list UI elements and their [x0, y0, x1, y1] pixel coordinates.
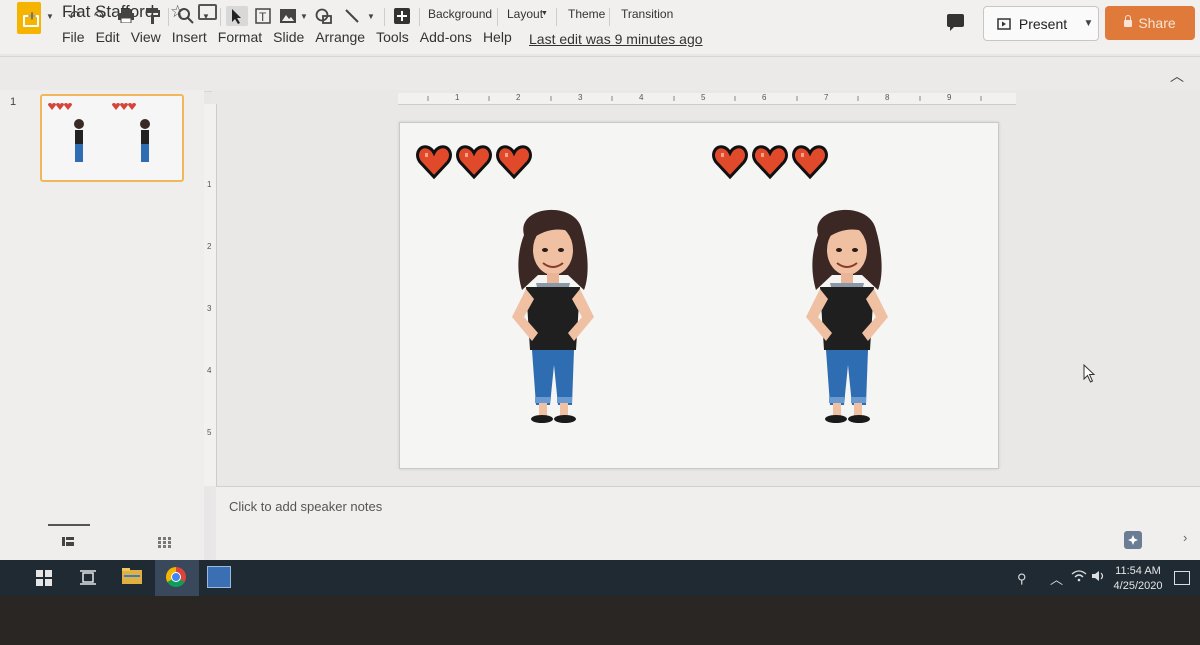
grid-view-icon[interactable]: [158, 537, 171, 548]
theme-button[interactable]: Theme: [568, 7, 605, 21]
task-view-icon[interactable]: [80, 570, 96, 585]
line-chevron-down-icon[interactable]: ▼: [365, 6, 377, 26]
ruler-number: 6: [762, 93, 767, 102]
speaker-notes-panel[interactable]: [216, 486, 1200, 561]
volume-icon[interactable]: [1091, 570, 1105, 585]
toolbar-divider: [168, 8, 169, 26]
menu-view[interactable]: View: [131, 29, 161, 45]
present-dropdown-chevron-icon[interactable]: ▼: [1079, 6, 1099, 41]
ruler-number: 3: [207, 304, 212, 313]
heart-group-left[interactable]: [416, 145, 532, 179]
ruler-number: 7: [824, 93, 829, 102]
toolbar-divider: [220, 8, 221, 26]
undo-icon[interactable]: ↶: [64, 6, 84, 26]
toolbar: [0, 56, 1200, 92]
view-tab-indicator: [48, 524, 90, 526]
menu-help[interactable]: Help: [483, 29, 512, 45]
side-panel-chevron-right-icon[interactable]: ›: [1183, 530, 1187, 545]
notification-center-icon[interactable]: [1174, 571, 1190, 585]
comments-icon[interactable]: [947, 14, 964, 31]
redo-icon[interactable]: ↷: [90, 6, 110, 26]
zoom-chevron-down-icon[interactable]: ▼: [200, 6, 212, 26]
share-button[interactable]: Share: [1105, 6, 1195, 40]
vertical-ruler[interactable]: 1 2 3 4 5: [204, 104, 217, 486]
menu-insert[interactable]: Insert: [172, 29, 207, 45]
ruler-number: 1: [207, 180, 212, 189]
image-icon[interactable]: [278, 6, 298, 26]
windows-start-icon[interactable]: [36, 570, 52, 586]
present-button[interactable]: Present: [983, 6, 1081, 41]
speaker-notes-placeholder[interactable]: Click to add speaker notes: [229, 499, 382, 514]
file-explorer-icon[interactable]: [122, 568, 142, 584]
insert-plus-icon[interactable]: [392, 6, 412, 26]
explore-icon[interactable]: [1124, 531, 1142, 549]
heart-group-right[interactable]: [712, 145, 828, 179]
toolbar-divider: [384, 8, 385, 26]
zoom-icon[interactable]: [176, 6, 196, 26]
ruler-number: 2: [516, 93, 521, 102]
image-chevron-down-icon[interactable]: ▼: [299, 6, 309, 26]
toolbar-divider: [419, 8, 420, 26]
clock-time[interactable]: 11:54 AM: [1113, 565, 1163, 577]
ruler-number: 9: [947, 93, 952, 102]
slide-thumbnail[interactable]: [40, 94, 184, 182]
present-label: Present: [1018, 15, 1068, 32]
lock-icon: [1124, 14, 1133, 27]
people-icon[interactable]: ⚲: [1017, 571, 1027, 587]
slide-number: 1: [10, 96, 17, 108]
bitmoji-figure-left[interactable]: [511, 208, 595, 424]
paint-format-icon[interactable]: [143, 6, 163, 26]
toolbar-divider: [609, 8, 610, 26]
ruler-number: 2: [207, 242, 212, 251]
shape-icon[interactable]: [313, 6, 335, 26]
svg-text:T: T: [259, 10, 267, 24]
wifi-icon[interactable]: [1071, 570, 1087, 585]
menu-bar: File Edit View Insert Format Slide Arran…: [62, 29, 523, 45]
present-icon: [997, 17, 1011, 30]
collapse-toolbar-chevron-up-icon[interactable]: ︿: [1170, 66, 1184, 86]
chrome-icon: [166, 567, 186, 587]
toolbar-divider: [556, 8, 557, 26]
menu-format[interactable]: Format: [218, 29, 262, 45]
bitmoji-figure-right[interactable]: [805, 208, 889, 424]
background-button[interactable]: Background: [428, 7, 492, 21]
last-edit-link[interactable]: Last edit was 9 minutes ago: [529, 31, 703, 47]
app-taskbar-icon[interactable]: [207, 566, 231, 588]
new-slide-chevron-down-icon[interactable]: ▼: [44, 6, 56, 26]
select-cursor-icon[interactable]: [226, 6, 248, 26]
transition-button[interactable]: Transition: [621, 7, 673, 21]
slide[interactable]: [399, 122, 999, 469]
ruler-number: 5: [207, 428, 212, 437]
menu-file[interactable]: File: [62, 29, 85, 45]
print-icon[interactable]: [116, 6, 136, 26]
clock-date[interactable]: 4/25/2020: [1110, 580, 1166, 592]
menu-slide[interactable]: Slide: [273, 29, 304, 45]
horizontal-ruler[interactable]: 1 2 3 4 5 6 7 8 9: [398, 93, 1016, 105]
ruler-number: 8: [885, 93, 890, 102]
menu-addons[interactable]: Add-ons: [420, 29, 472, 45]
ruler-number: 5: [701, 93, 706, 102]
menu-arrange[interactable]: Arrange: [315, 29, 365, 45]
share-label: Share: [1138, 15, 1176, 31]
mouse-cursor-icon: [1083, 364, 1096, 383]
ruler-number: 3: [578, 93, 583, 102]
monitor-bezel: [0, 596, 1200, 645]
line-icon[interactable]: [342, 6, 362, 26]
ruler-number: 1: [455, 93, 460, 102]
menu-tools[interactable]: Tools: [376, 29, 409, 45]
ruler-number: 4: [207, 366, 212, 375]
new-slide-plus-icon[interactable]: +: [22, 6, 42, 26]
thumbnail-preview: [48, 103, 150, 162]
list-view-icon[interactable]: [62, 537, 74, 546]
ruler-number: 4: [639, 93, 644, 102]
layout-chevron-down-icon[interactable]: ▼: [541, 10, 548, 17]
text-box-icon[interactable]: T: [253, 6, 273, 26]
menu-edit[interactable]: Edit: [96, 29, 120, 45]
toolbar-divider: [497, 8, 498, 26]
layout-button[interactable]: Layout: [507, 7, 543, 21]
tray-chevron-up-icon[interactable]: ︿: [1050, 569, 1063, 588]
